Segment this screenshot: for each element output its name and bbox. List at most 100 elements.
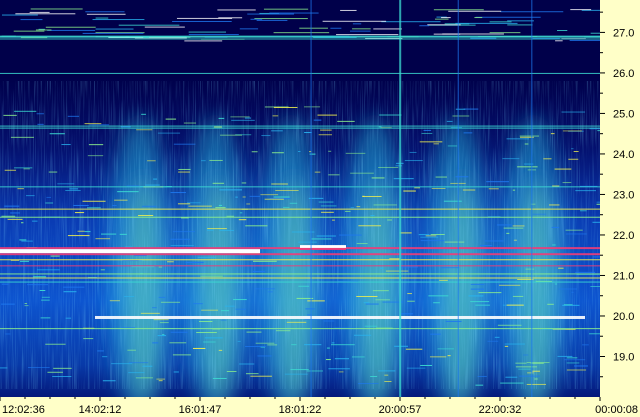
signal-speckle bbox=[349, 30, 371, 32]
carrier-burst bbox=[0, 249, 260, 254]
y-axis: 27.0 26.0 25.0 24.0 23.0 22.0 21.0 20.0 19.0 bbox=[600, 0, 640, 417]
signal-speckle bbox=[306, 370, 323, 372]
signal-speckle bbox=[30, 8, 83, 10]
signal-speckle bbox=[212, 182, 225, 184]
signal-speckle bbox=[475, 304, 490, 306]
signal-speckle bbox=[170, 331, 188, 333]
signal-speckle bbox=[45, 26, 96, 28]
y-tick-label: 20.0 bbox=[613, 311, 634, 323]
signal-speckle bbox=[506, 304, 524, 306]
carrier-burst bbox=[300, 245, 346, 249]
signal-speckle bbox=[434, 18, 449, 20]
signal-speckle bbox=[334, 358, 350, 360]
signal-speckle bbox=[328, 174, 340, 176]
signal-speckle bbox=[512, 189, 516, 191]
signal-speckle bbox=[153, 178, 158, 180]
signal-speckle bbox=[0, 367, 8, 369]
signal-speckle bbox=[225, 305, 235, 307]
signal-speckle bbox=[326, 347, 330, 349]
signal-speckle bbox=[271, 130, 283, 132]
signal-speckle bbox=[352, 23, 362, 25]
signal-speckle bbox=[443, 200, 462, 202]
signal-speckle bbox=[414, 187, 420, 189]
signal-speckle bbox=[158, 266, 163, 268]
spectrogram-svg: 27.0 26.0 25.0 24.0 23.0 22.0 21.0 20.0 19.0 12:… bbox=[0, 0, 640, 417]
signal-speckle bbox=[328, 150, 332, 152]
signal-speckle bbox=[261, 135, 271, 137]
signal-speckle bbox=[207, 228, 227, 230]
signal-speckle bbox=[420, 240, 445, 242]
signal-speckle bbox=[209, 159, 223, 161]
signal-speckle bbox=[3, 114, 17, 116]
signal-speckle bbox=[566, 362, 580, 364]
signal-speckle bbox=[371, 177, 385, 179]
signal-speckle bbox=[87, 155, 104, 157]
y-tick-label: 26.0 bbox=[613, 68, 634, 80]
signal-speckle bbox=[127, 349, 136, 351]
signal-speckle bbox=[375, 299, 390, 301]
signal-speckle bbox=[317, 114, 338, 116]
signal-speckle bbox=[384, 381, 392, 383]
signal-speckle bbox=[135, 377, 153, 379]
signal-speckle bbox=[286, 321, 307, 323]
signal-speckle bbox=[446, 120, 453, 122]
signal-speckle bbox=[332, 219, 335, 221]
signal-speckle bbox=[147, 160, 156, 162]
signal-speckle bbox=[177, 203, 191, 205]
signal-speckle bbox=[305, 308, 315, 310]
signal-speckle bbox=[27, 367, 50, 369]
signal-speckle bbox=[554, 168, 572, 170]
signal-speckle bbox=[14, 167, 33, 169]
signal-speckle bbox=[271, 183, 288, 185]
spectrogram-chart: 27.0 26.0 25.0 24.0 23.0 22.0 21.0 20.0 19.0 12:… bbox=[0, 0, 640, 417]
signal-speckle bbox=[45, 202, 54, 204]
signal-speckle bbox=[49, 133, 65, 135]
signal-speckle bbox=[399, 232, 412, 234]
signal-speckle bbox=[57, 183, 75, 185]
signal-speckle bbox=[549, 204, 560, 206]
signal-speckle bbox=[407, 300, 415, 302]
signal-speckle bbox=[340, 9, 357, 11]
signal-speckle bbox=[365, 303, 379, 305]
signal-speckle bbox=[562, 182, 572, 184]
signal-speckle bbox=[448, 10, 502, 12]
signal-speckle bbox=[433, 143, 439, 145]
signal-speckle bbox=[512, 225, 525, 227]
band-edge-line bbox=[0, 281, 600, 283]
carrier-line bbox=[0, 253, 600, 256]
signal-speckle bbox=[36, 113, 44, 115]
signal-speckle bbox=[290, 369, 309, 371]
signal-speckle bbox=[53, 367, 72, 369]
signal-speckle bbox=[220, 319, 227, 321]
signal-speckle bbox=[423, 129, 432, 131]
band-edge-line bbox=[0, 127, 600, 129]
signal-speckle bbox=[421, 132, 433, 134]
signal-speckle bbox=[260, 194, 279, 196]
signal-speckle bbox=[350, 172, 374, 174]
signal-speckle bbox=[273, 106, 298, 108]
signal-speckle bbox=[204, 337, 223, 339]
x-tick-label: 14:02:12 bbox=[79, 404, 122, 416]
signal-speckle bbox=[249, 195, 261, 197]
signal-speckle bbox=[284, 373, 308, 375]
signal-speckle bbox=[363, 302, 370, 304]
signal-speckle bbox=[455, 22, 518, 24]
signal-speckle bbox=[184, 40, 223, 42]
signal-speckle bbox=[405, 348, 423, 350]
signal-speckle bbox=[178, 171, 190, 173]
x-tick-label: 22:00:32 bbox=[479, 404, 522, 416]
band-edge-line bbox=[0, 186, 600, 188]
signal-speckle bbox=[425, 235, 437, 237]
signal-speckle bbox=[73, 204, 89, 206]
signal-speckle bbox=[505, 376, 518, 378]
signal-speckle bbox=[484, 240, 504, 242]
signal-speckle bbox=[41, 299, 50, 301]
carrier-line bbox=[0, 277, 600, 279]
signal-speckle bbox=[534, 378, 538, 380]
signal-speckle bbox=[141, 113, 146, 115]
signal-speckle bbox=[430, 333, 441, 335]
signal-speckle bbox=[267, 344, 278, 346]
signal-speckle bbox=[271, 152, 284, 154]
signal-speckle bbox=[565, 229, 583, 231]
signal-speckle bbox=[462, 189, 476, 191]
